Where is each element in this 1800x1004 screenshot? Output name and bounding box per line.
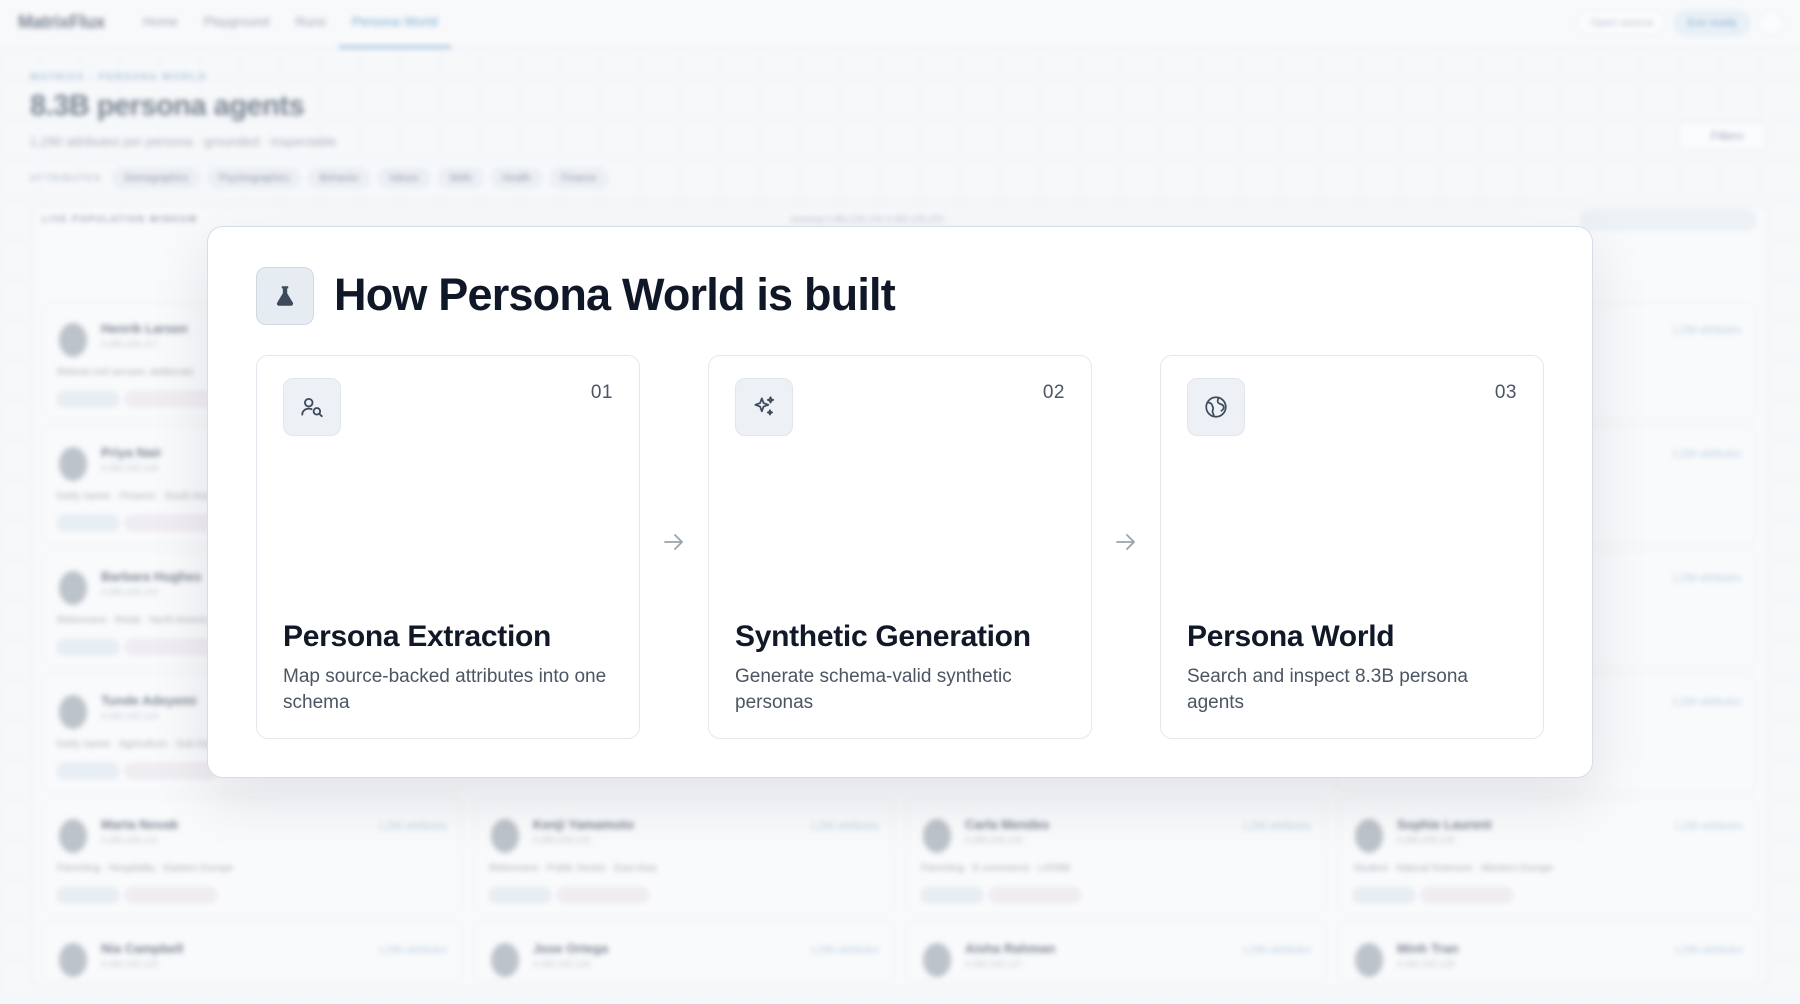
step-description: Generate schema-valid synthetic personas — [735, 666, 1012, 713]
step-number: 02 — [1042, 382, 1065, 403]
globe-icon — [1187, 378, 1245, 436]
flask-icon — [256, 267, 314, 325]
arrow-right-icon — [1112, 530, 1140, 554]
step-card-generation: 02 Synthetic Generation Generate schema-… — [708, 355, 1092, 739]
step-number: 03 — [1494, 382, 1517, 403]
sparkles-icon — [735, 378, 793, 436]
step-card-extraction: 01 Persona Extraction Map source-backed … — [256, 355, 640, 739]
modal-title: How Persona World is built — [334, 269, 896, 320]
step-description: Search and inspect 8.3B persona agents — [1187, 666, 1468, 713]
step-title: Persona World — [1187, 620, 1395, 653]
how-it-works-modal: How Persona World is built 01 Persona Ex… — [207, 226, 1593, 778]
step-title: Synthetic Generation — [735, 620, 1031, 653]
user-search-icon — [283, 378, 341, 436]
step-card-persona-world: 03 Persona World Search and inspect 8.3B… — [1160, 355, 1544, 739]
step-description: Map source-backed attributes into one sc… — [283, 666, 607, 713]
step-title: Persona Extraction — [283, 620, 552, 653]
step-number: 01 — [590, 382, 613, 403]
arrow-right-icon — [660, 530, 688, 554]
